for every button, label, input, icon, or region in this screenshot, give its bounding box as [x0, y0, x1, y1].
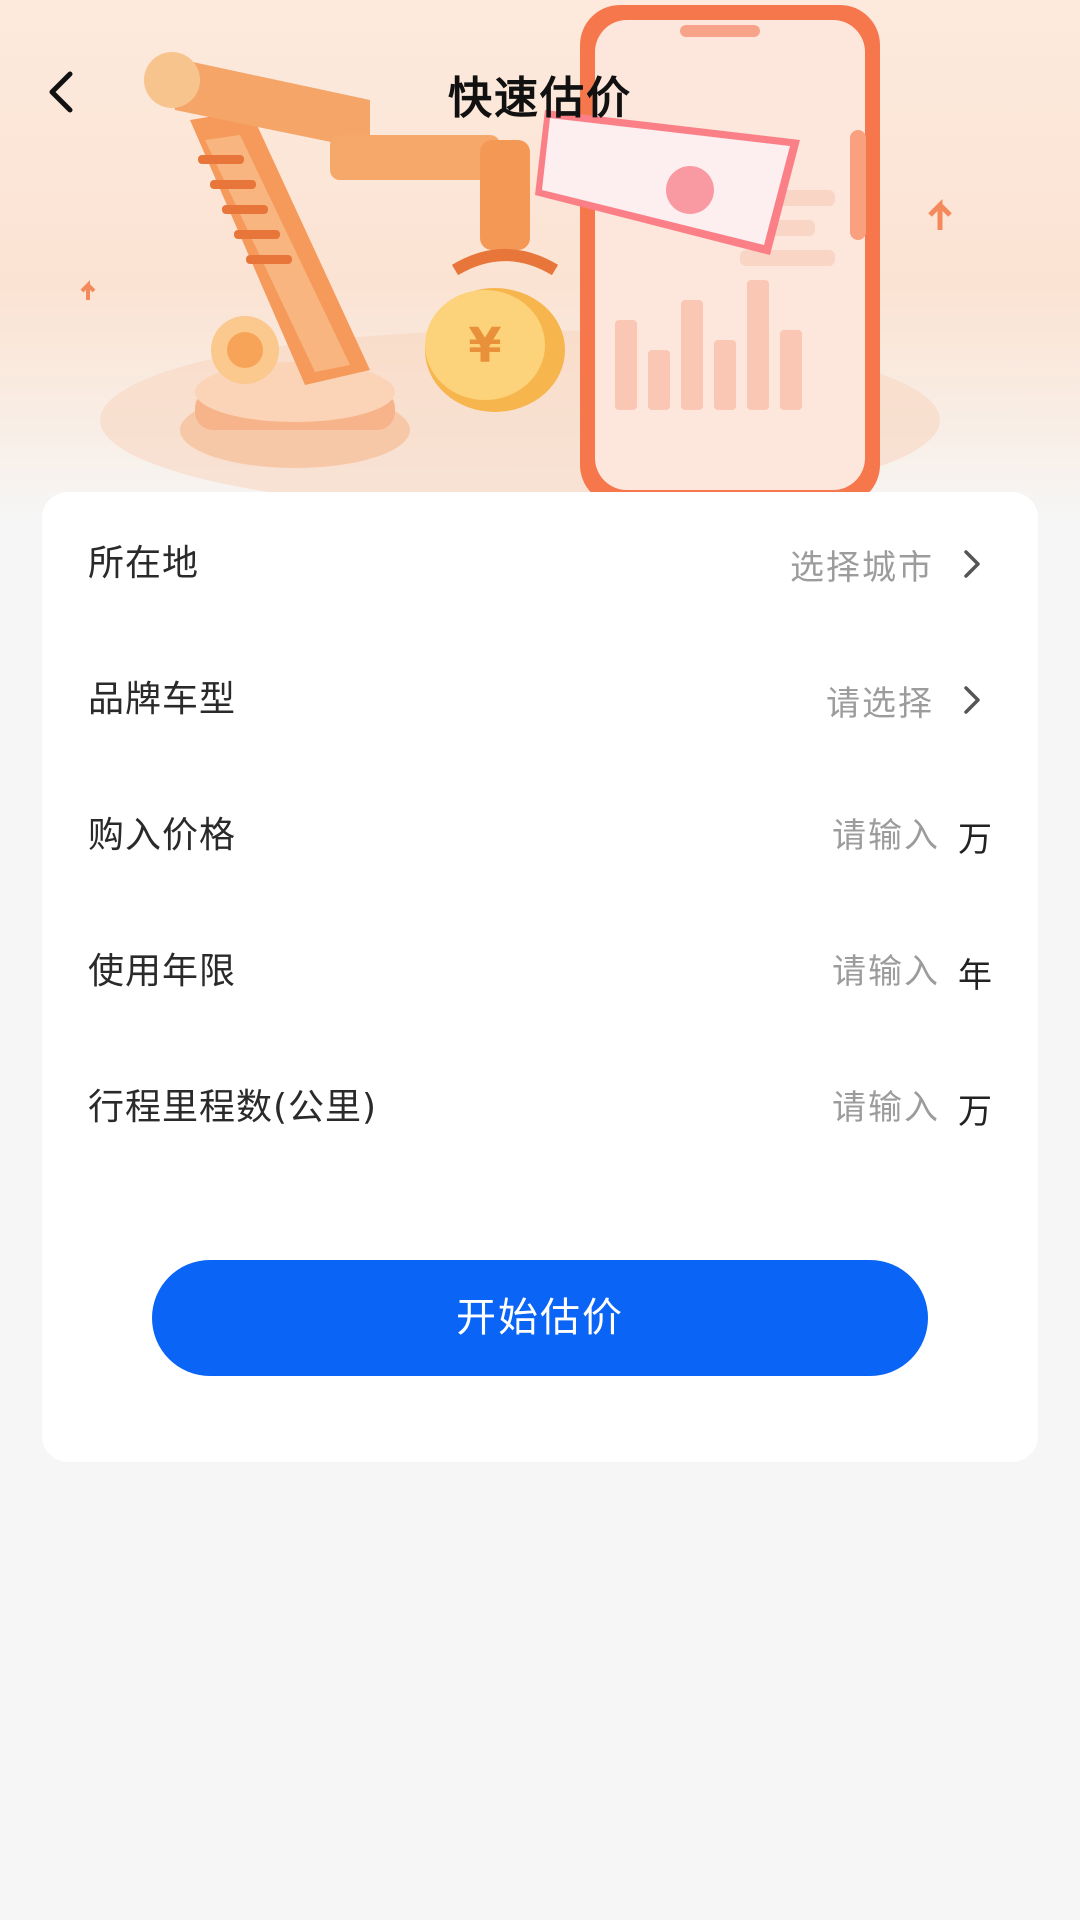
mileage-unit: 万: [958, 1091, 992, 1132]
form-row-brand-model[interactable]: 品牌车型 请选择: [42, 632, 1038, 768]
brand-model-select-value[interactable]: 请选择: [826, 676, 934, 725]
purchase-price-unit: 万: [958, 819, 992, 860]
chevron-right-icon: [952, 544, 992, 584]
top-bar: 快速估价: [0, 40, 1080, 150]
form-row-location[interactable]: 所在地 选择城市: [42, 496, 1038, 632]
form-row-mileage: 行程里程数(公里) 万: [42, 1040, 1038, 1176]
mileage-label: 行程里程数(公里): [88, 1087, 378, 1128]
purchase-price-label: 购入价格: [88, 815, 237, 856]
years-used-unit: 年: [958, 955, 992, 996]
brand-model-selector[interactable]: 请选择: [826, 632, 992, 768]
mileage-input[interactable]: [800, 1088, 940, 1128]
location-select-value[interactable]: 选择城市: [790, 540, 934, 589]
start-estimate-button[interactable]: 开始估价: [152, 1260, 928, 1376]
years-used-label: 使用年限: [88, 951, 237, 992]
form-row-years-used: 使用年限 年: [42, 904, 1038, 1040]
years-used-input[interactable]: [800, 952, 940, 992]
estimate-form-card: 所在地 选择城市 品牌车型 请选择 购入价格 万 使用年限 年: [42, 492, 1038, 1462]
brand-model-label: 品牌车型: [88, 679, 237, 720]
chevron-right-icon: [952, 680, 992, 720]
location-selector[interactable]: 选择城市: [790, 496, 992, 632]
svg-text:¥: ¥: [468, 318, 501, 374]
location-label: 所在地: [88, 543, 200, 584]
page-title: 快速估价: [448, 73, 632, 124]
purchase-price-input[interactable]: [800, 816, 940, 856]
form-row-purchase-price: 购入价格 万: [42, 768, 1038, 904]
